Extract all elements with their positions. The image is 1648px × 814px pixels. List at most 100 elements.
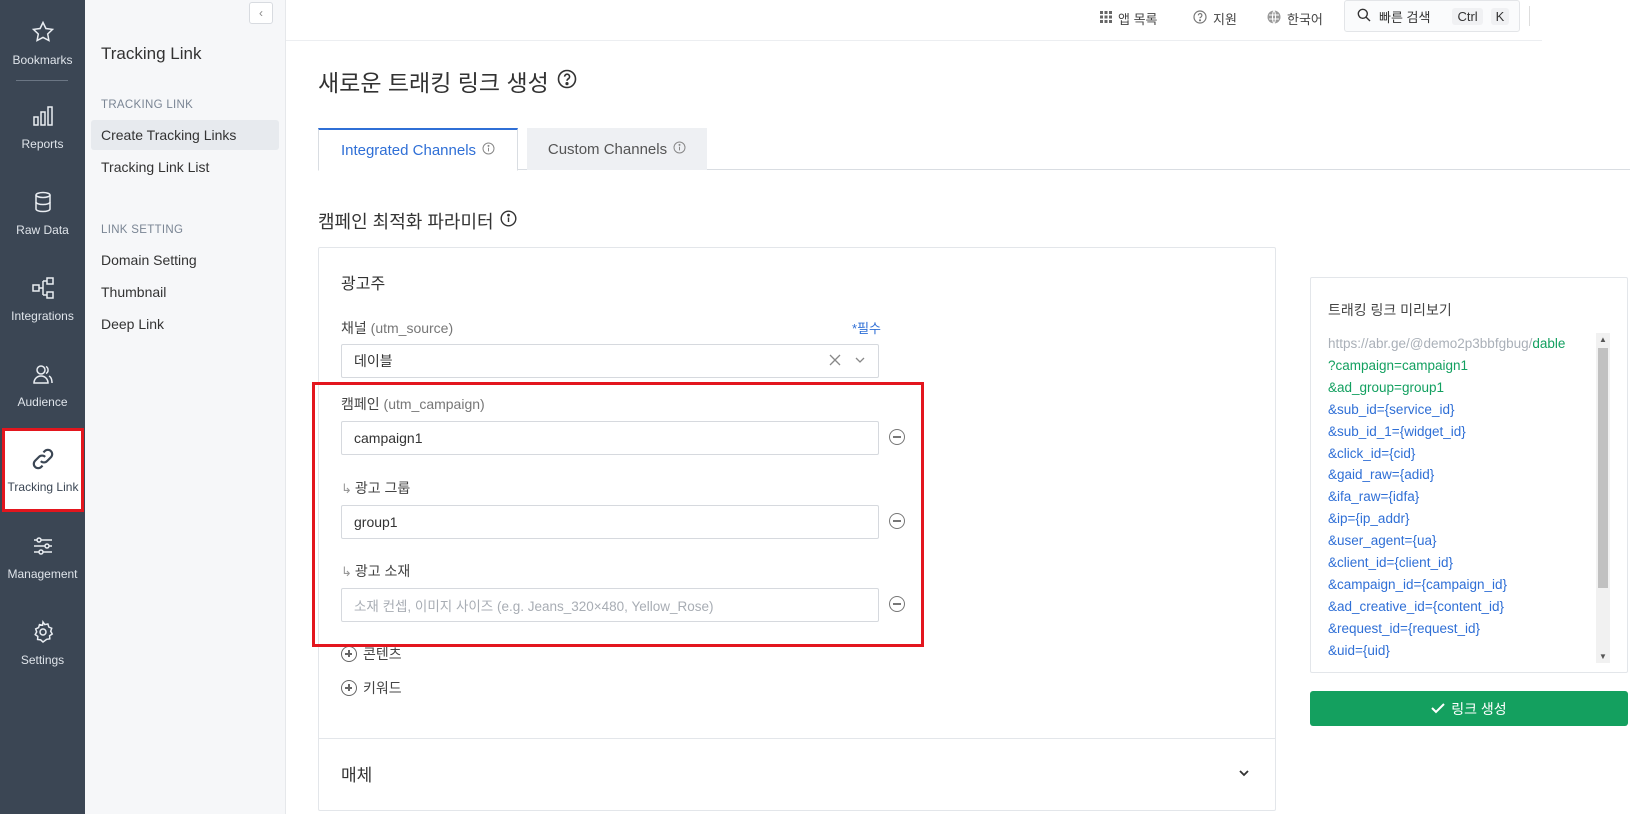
preview-param-key: &uid=: [1328, 642, 1363, 658]
scroll-down-icon[interactable]: ▼: [1599, 652, 1607, 661]
chevron-down-icon[interactable]: [854, 353, 866, 370]
create-link-button[interactable]: 링크 생성: [1310, 691, 1628, 726]
support-label: 지원: [1213, 11, 1237, 27]
rail-item-audience[interactable]: Audience: [0, 342, 85, 428]
channel-label: 채널 (utm_source): [341, 318, 453, 338]
rail-divider: [16, 80, 68, 81]
subnav-item-create-tracking-links[interactable]: Create Tracking Links: [91, 120, 279, 150]
preview-param-value: campaign1: [1401, 357, 1468, 373]
rail-item-raw-data[interactable]: Raw Data: [0, 170, 85, 256]
preview-base-line: https://abr.ge/@demo2p3bbfgbug/dable: [1328, 333, 1598, 355]
shortcut-key: K: [1490, 7, 1510, 25]
remove-ad-creative-icon[interactable]: [889, 596, 905, 612]
gear-icon: [30, 619, 56, 645]
subnav-item-deep-link[interactable]: Deep Link: [91, 309, 279, 339]
info-icon[interactable]: [500, 210, 517, 232]
preview-param-value: {cid}: [1389, 445, 1416, 461]
preview-param-line: &ifa_raw={idfa}: [1328, 486, 1598, 508]
remove-campaign-icon[interactable]: [889, 429, 905, 445]
rail-item-integrations[interactable]: Integrations: [0, 256, 85, 342]
tab-integrated-channels[interactable]: Integrated Channels: [318, 128, 518, 171]
top-bar: 앱 목록 지원 한국어 빠른 검색 Ctrl K: [286, 0, 1542, 41]
clear-icon[interactable]: [828, 353, 842, 370]
ad-group-input[interactable]: group1: [341, 505, 879, 539]
rail-item-settings[interactable]: Settings: [0, 600, 85, 686]
add-keyword-label: 키워드: [363, 680, 402, 696]
preview-param-key: &click_id=: [1328, 445, 1390, 461]
preview-param-line: &sub_id={service_id}: [1328, 399, 1598, 421]
language-label: 한국어: [1287, 11, 1323, 27]
preview-title: 트래킹 링크 미리보기: [1328, 302, 1452, 318]
create-link-label: 링크 생성: [1451, 700, 1507, 717]
subnav-item-tracking-link-list[interactable]: Tracking Link List: [91, 152, 279, 182]
help-circle-icon[interactable]: [557, 68, 577, 95]
preview-param-value: {service_id}: [1384, 401, 1455, 417]
preview-param-line: &click_id={cid}: [1328, 443, 1598, 465]
preview-param-value: {content_id}: [1432, 598, 1505, 614]
preview-param-value: {campaign_id}: [1421, 576, 1508, 592]
rail-label-tracking-link: Tracking Link: [7, 480, 79, 494]
sliders-icon: [30, 533, 56, 559]
channel-tabs: Integrated Channels Custom Channels: [318, 128, 1630, 171]
quick-search-label: 빠른 검색: [1379, 9, 1431, 25]
select-controls: [828, 353, 866, 370]
rail-item-reports[interactable]: Reports: [0, 84, 85, 170]
preview-param-key: ?campaign=: [1328, 357, 1402, 373]
collapse-sidebar-button[interactable]: ‹: [249, 2, 273, 24]
preview-param-value: {uid}: [1362, 642, 1390, 658]
preview-scrollbar[interactable]: ▲ ▼: [1596, 333, 1610, 663]
plus-circle-icon: [341, 680, 357, 696]
apps-menu-button[interactable]: 앱 목록: [1100, 6, 1158, 30]
rail-item-tracking-link[interactable]: Tracking Link: [2, 428, 84, 512]
section-title-text: 캠페인 최적화 파라미터: [318, 212, 494, 232]
language-button[interactable]: 한국어: [1267, 6, 1323, 30]
channel-param: (utm_source): [370, 320, 454, 336]
preview-param-value: {adid}: [1399, 467, 1435, 483]
preview-param-value: {ip_addr}: [1355, 511, 1410, 527]
preview-param-key: &client_id=: [1328, 555, 1395, 571]
preview-param-value: group1: [1401, 379, 1444, 395]
rail-label-reports: Reports: [21, 137, 64, 151]
shortcut-ctrl: Ctrl: [1452, 7, 1483, 25]
ad-group-label-text: 광고 그룹: [354, 480, 411, 496]
preview-param-value: {client_id}: [1394, 555, 1453, 571]
icon-rail: Bookmarks Reports Raw Data Integrations …: [0, 0, 85, 814]
subnav-item-domain-setting[interactable]: Domain Setting: [91, 245, 279, 275]
preview-param-key: &request_id=: [1328, 620, 1408, 636]
grid-icon: [1100, 10, 1112, 26]
ad-creative-input[interactable]: 소재 컨셉, 이미지 사이즈 (e.g. Jeans_320×480, Yell…: [341, 588, 879, 622]
tab-custom-channels[interactable]: Custom Channels: [527, 128, 707, 170]
ad-creative-label: ↳ 광고 소재: [341, 561, 410, 581]
campaign-input[interactable]: campaign1: [341, 421, 879, 455]
rail-label-integrations: Integrations: [11, 309, 74, 323]
support-button[interactable]: 지원: [1193, 6, 1237, 30]
preview-param-key: &sub_id=: [1328, 401, 1385, 417]
preview-param-line: &ip={ip_addr}: [1328, 508, 1598, 530]
bar-chart-icon: [30, 103, 56, 129]
add-keyword-button[interactable]: 키워드: [341, 678, 402, 698]
preview-param-line: &ad_creative_id={content_id}: [1328, 596, 1598, 618]
rail-item-bookmarks[interactable]: Bookmarks: [0, 0, 85, 86]
chevron-down-icon: [1237, 765, 1251, 785]
media-label: 매체: [341, 766, 373, 785]
tab-label: Custom Channels: [547, 140, 668, 158]
subnav-item-thumbnail[interactable]: Thumbnail: [91, 277, 279, 307]
tab-label: Integrated Channels: [340, 141, 477, 159]
rail-item-management[interactable]: Management: [0, 514, 85, 600]
preview-base-url: https://abr.ge/@demo2p3bbfgbug/: [1328, 336, 1533, 351]
secondary-nav: ‹ Tracking Link TRACKING LINK Create Tra…: [85, 0, 286, 814]
subnav-section-heading: TRACKING LINK: [101, 99, 194, 111]
preview-param-line: &ad_group=group1: [1328, 377, 1598, 399]
preview-param-line: &sub_id_1={widget_id}: [1328, 421, 1598, 443]
media-accordion[interactable]: 매체: [319, 738, 1275, 808]
preview-param-line: &client_id={client_id}: [1328, 552, 1598, 574]
quick-search-button[interactable]: 빠른 검색 Ctrl K: [1344, 0, 1520, 32]
remove-ad-group-icon[interactable]: [889, 513, 905, 529]
preview-param-key: &campaign_id=: [1328, 576, 1422, 592]
scrollbar-thumb[interactable]: [1598, 348, 1608, 588]
channel-select[interactable]: 데이블: [341, 344, 879, 378]
add-content-button[interactable]: 콘텐츠: [341, 644, 402, 664]
add-content-label: 콘텐츠: [363, 646, 402, 662]
search-icon: [1357, 8, 1371, 25]
scroll-up-icon[interactable]: ▲: [1599, 335, 1607, 344]
